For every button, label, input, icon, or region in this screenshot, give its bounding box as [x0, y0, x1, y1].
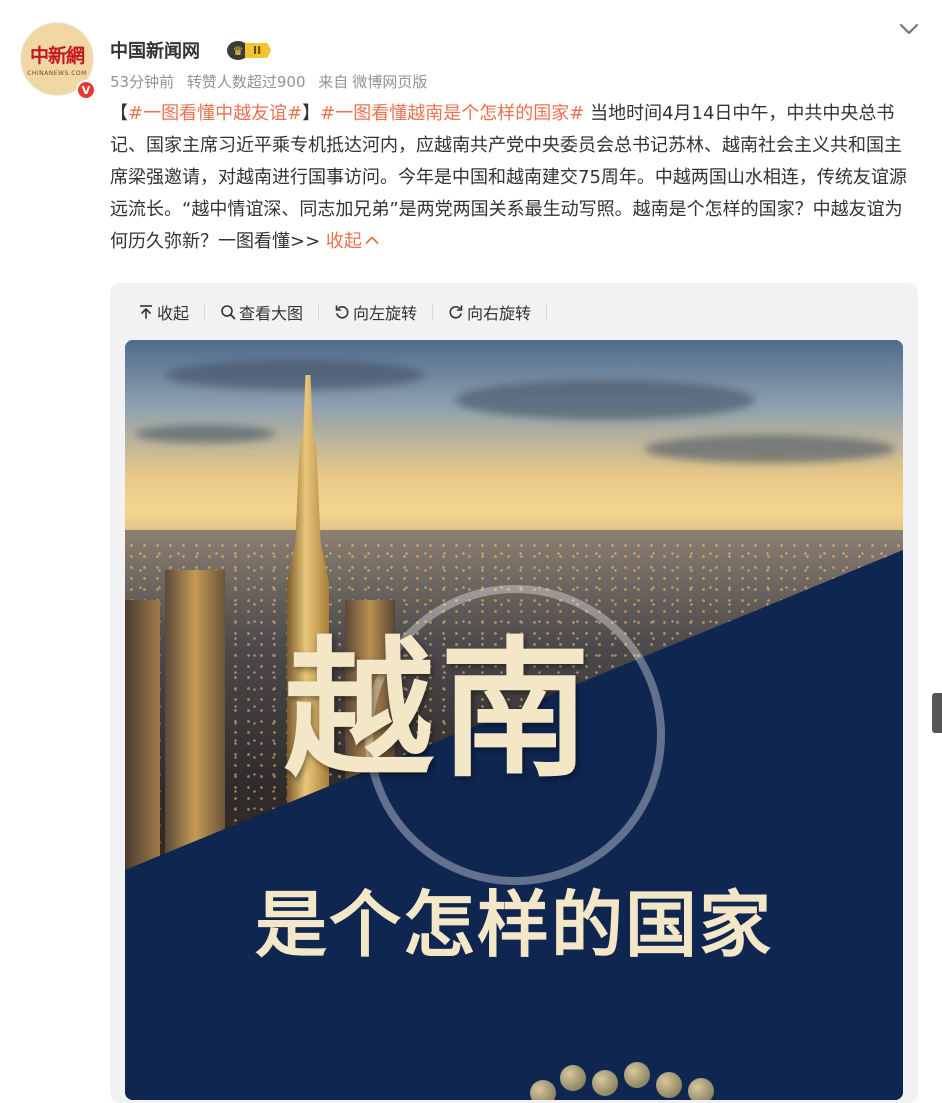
username[interactable]: 中国新闻网 — [110, 37, 200, 63]
image-orb — [656, 1072, 682, 1098]
image-orb — [624, 1062, 650, 1088]
post-text: 【#一图看懂中越友谊#】#一图看懂越南是个怎样的国家# 当地时间4月14日中午，… — [110, 98, 916, 258]
post-time-link[interactable]: 53分钟前 — [110, 73, 174, 91]
post-meta: 53分钟前 转赞人数超过900 来自 微博网页版 — [110, 71, 435, 92]
vip-level: II — [245, 43, 272, 58]
image-title-sub: 是个怎样的国家 — [254, 882, 773, 967]
image-cloud — [455, 380, 755, 420]
verified-badge-icon: V — [76, 80, 96, 100]
avatar-logo: 中新網 — [29, 45, 85, 67]
toolbar-divider — [546, 305, 548, 319]
image-orb — [560, 1065, 586, 1091]
image-orb — [592, 1070, 618, 1096]
image-orb — [688, 1078, 714, 1100]
repost-count: 转赞人数超过900 — [186, 73, 306, 91]
side-scroll-tab[interactable] — [932, 693, 942, 733]
rotate-left-icon — [335, 305, 349, 319]
media-toolbar: 收起 查看大图 向左旋转 向右旋转 — [138, 300, 562, 324]
media-box: 收起 查看大图 向左旋转 向右旋转 越南 是个怎样的国家 — [110, 283, 918, 1103]
chevron-down-icon[interactable] — [898, 18, 920, 40]
collapse-image-label: 收起 — [157, 304, 190, 323]
image-decoration — [520, 1040, 750, 1100]
rotate-left-button[interactable]: 向左旋转 — [334, 300, 417, 324]
search-icon — [221, 305, 236, 320]
post-image[interactable]: 越南 是个怎样的国家 — [125, 340, 903, 1100]
collapse-icon — [140, 305, 152, 319]
view-large-label: 查看大图 — [239, 304, 304, 323]
image-orb — [530, 1080, 556, 1100]
topic-link-vietnam[interactable]: #一图看懂越南是个怎样的国家# — [320, 103, 584, 124]
rotate-right-button[interactable]: 向右旋转 — [448, 300, 531, 324]
rotate-left-label: 向左旋转 — [353, 304, 418, 323]
bracket-close: 】 — [302, 103, 321, 124]
source-link[interactable]: 微博网页版 — [352, 73, 427, 91]
toolbar-divider — [318, 305, 320, 319]
topic-link-friendship[interactable]: #一图看懂中越友谊# — [128, 103, 302, 124]
collapse-text-button[interactable]: 收起 — [326, 231, 379, 252]
image-cloud — [135, 425, 275, 443]
toolbar-divider — [432, 305, 434, 319]
rotate-right-label: 向右旋转 — [467, 304, 532, 323]
view-large-button[interactable]: 查看大图 — [220, 300, 303, 324]
post-body: 当地时间4月14日中午，中共中央总书记、国家主席习近平乘专机抵达河内，应越南共产… — [110, 103, 907, 252]
toolbar-divider — [204, 305, 206, 319]
source-prefix: 来自 — [318, 73, 349, 91]
rotate-right-icon — [449, 305, 463, 319]
chevron-up-icon — [365, 236, 379, 244]
image-cloud — [165, 360, 425, 390]
image-title-main: 越南 — [283, 622, 596, 798]
bracket-open: 【 — [110, 103, 128, 124]
image-cloud — [645, 435, 895, 463]
collapse-image-button[interactable]: 收起 — [138, 300, 189, 324]
vip-badge[interactable]: ♛ II — [227, 41, 272, 60]
avatar-logo-subtext: CHINANEWS.COM — [27, 70, 87, 77]
collapse-text-label: 收起 — [325, 231, 362, 252]
image-building — [125, 600, 160, 900]
